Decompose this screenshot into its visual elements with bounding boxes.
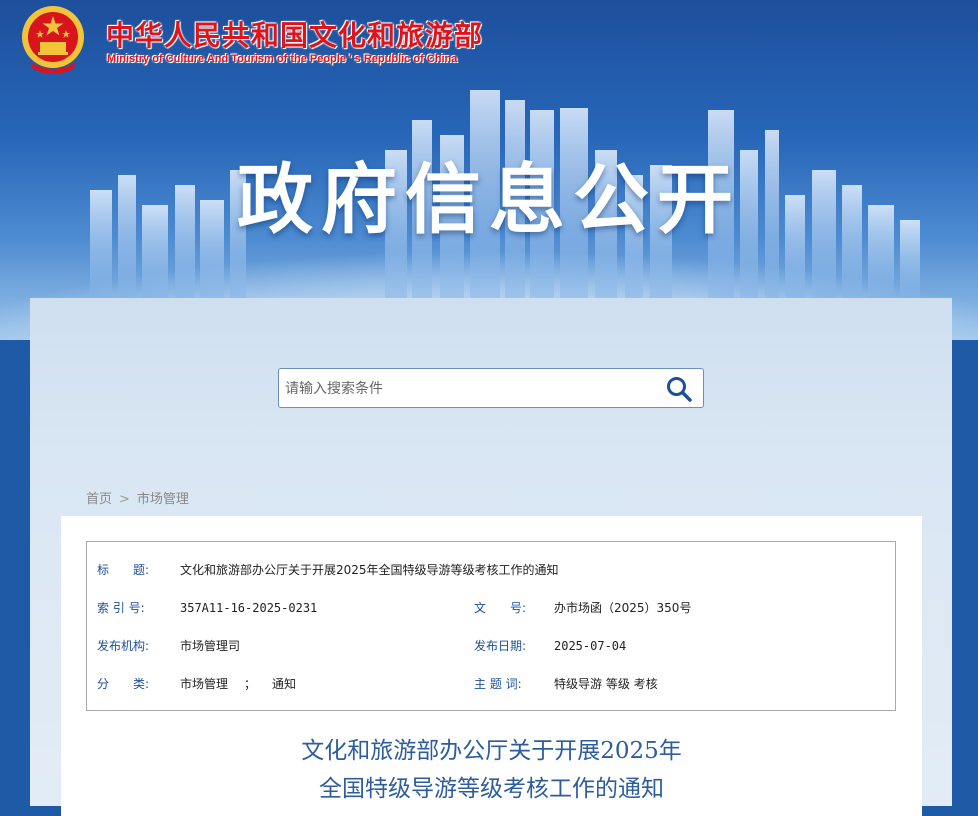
meta-row-title: 标 题: 文化和旅游部办公厅关于开展2025年全国特级导游等级考核工作的通知 (87, 560, 895, 580)
meta-date-label: 发布日期: (474, 639, 527, 653)
meta-category-separator: ； (244, 677, 257, 691)
ministry-name-en: Ministry of Culture And Tourism of the P… (107, 53, 458, 65)
breadcrumb-home-link[interactable]: 首页 (86, 492, 112, 507)
meta-issuer-label: 发布机构: (97, 639, 150, 653)
meta-category-label: 分 类: (97, 677, 150, 691)
meta-row-category: 分 类: 市场管理 ； 通知 主 题 词: 特级导游 等级 考核 (87, 674, 895, 694)
meta-keywords-label: 主 题 词: (474, 677, 522, 691)
meta-issuer-value: 市场管理司 (180, 639, 241, 653)
document-title-line-2: 全国特级导游等级考核工作的通知 (319, 776, 664, 802)
document-title: 文化和旅游部办公厅关于开展2025年 全国特级导游等级考核工作的通知 (61, 732, 922, 808)
meta-row-issuer: 发布机构: 市场管理司 发布日期: 2025-07-04 (87, 636, 895, 656)
national-emblem-icon (22, 6, 84, 74)
section-title: 政府信息公开 (237, 155, 741, 244)
search-box (278, 368, 704, 409)
search-input[interactable] (283, 369, 647, 409)
main-panel: 首页 > 市场管理 标 题: 文化和旅游部办公厅关于开展2025年全国特级导游等级考… (30, 298, 952, 816)
meta-category-value-2: 通知 (272, 677, 297, 691)
document-card: 标 题: 文化和旅游部办公厅关于开展2025年全国特级导游等级考核工作的通知 索… (61, 516, 922, 816)
search-icon[interactable] (665, 375, 693, 403)
meta-index-label: 索 引 号: (97, 601, 145, 615)
meta-docno-value: 办市场函（2025）350号 (554, 601, 692, 615)
document-title-line-1: 文化和旅游部办公厅关于开展2025年 (301, 738, 682, 764)
meta-date-value: 2025-07-04 (554, 639, 627, 653)
ministry-name-cn: 中华人民共和国文化和旅游部 (106, 19, 484, 52)
meta-title-label: 标 题: (97, 563, 150, 577)
meta-title-value: 文化和旅游部办公厅关于开展2025年全国特级导游等级考核工作的通知 (180, 563, 559, 577)
breadcrumb: 首页 > 市场管理 (86, 488, 189, 507)
header-banner: 中华人民共和国文化和旅游部 Ministry of Culture And To… (0, 0, 978, 340)
meta-category-value-1: 市场管理 (180, 677, 229, 691)
breadcrumb-separator: > (119, 492, 130, 507)
document-meta-table: 标 题: 文化和旅游部办公厅关于开展2025年全国特级导游等级考核工作的通知 索… (86, 541, 896, 711)
meta-index-value: 357A11-16-2025-0231 (180, 601, 318, 615)
breadcrumb-current-link[interactable]: 市场管理 (137, 492, 189, 507)
meta-docno-label: 文 号: (474, 601, 527, 615)
meta-keywords-value: 特级导游 等级 考核 (554, 677, 658, 691)
meta-row-index: 索 引 号: 357A11-16-2025-0231 文 号: 办市场函（202… (87, 598, 895, 618)
